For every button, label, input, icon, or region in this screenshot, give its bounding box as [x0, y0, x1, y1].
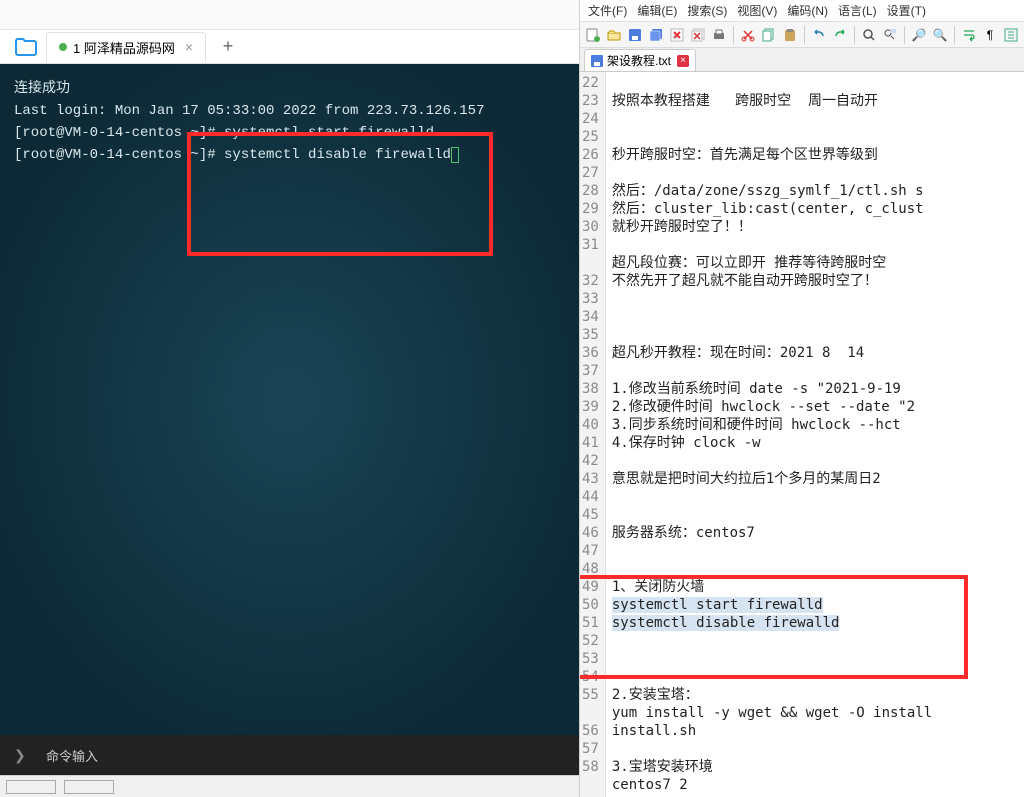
menu-file[interactable]: 文件(F) — [584, 2, 631, 19]
menu-search[interactable]: 搜索(S) — [683, 2, 731, 19]
file-tab-label: 架设教程.txt — [607, 52, 671, 69]
undo-icon[interactable] — [810, 26, 828, 44]
open-file-icon[interactable] — [605, 26, 623, 44]
terminal-topbar — [0, 0, 579, 30]
terminal-body[interactable]: 连接成功 Last login: Mon Jan 17 05:33:00 202… — [0, 64, 579, 735]
terminal-tab-bar: 1 阿泽精品源码网 × + — [0, 30, 579, 64]
add-tab-button[interactable]: + — [216, 35, 240, 59]
tab-close-icon[interactable]: × — [677, 55, 689, 67]
chevron-right-icon: ❯ — [14, 747, 26, 764]
terminal-line: [root@VM-0-14-centos ~]# systemctl disab… — [14, 144, 565, 166]
file-tab[interactable]: 架设教程.txt × — [584, 49, 696, 71]
terminal-statusbar — [0, 775, 579, 797]
close-all-icon[interactable] — [689, 26, 707, 44]
new-file-icon[interactable] — [584, 26, 602, 44]
command-placeholder: 命令输入 — [46, 746, 98, 765]
file-tab-bar: 架设教程.txt × — [580, 48, 1024, 72]
save-all-icon[interactable] — [647, 26, 665, 44]
wrap-icon[interactable] — [960, 26, 978, 44]
paste-icon[interactable] — [781, 26, 799, 44]
status-dot-icon — [59, 43, 67, 51]
status-box — [64, 780, 114, 794]
zoom-in-icon[interactable]: 🔎 — [910, 26, 928, 44]
editor-panel: 文件(F) 编辑(E) 搜索(S) 视图(V) 编码(N) 语言(L) 设置(T… — [580, 0, 1024, 797]
terminal-line: Last login: Mon Jan 17 05:33:00 2022 fro… — [14, 100, 565, 122]
folder-icon[interactable] — [14, 35, 38, 59]
editor-area[interactable]: 22 23 24 25 26 27 28 29 30 31 32 33 34 3… — [580, 72, 1024, 797]
save-icon[interactable] — [626, 26, 644, 44]
terminal-panel: 1 阿泽精品源码网 × + 连接成功 Last login: Mon Jan 1… — [0, 0, 580, 797]
redo-icon[interactable] — [831, 26, 849, 44]
status-box — [6, 780, 56, 794]
line-gutter: 22 23 24 25 26 27 28 29 30 31 32 33 34 3… — [580, 72, 606, 797]
editor-content[interactable]: 按照本教程搭建 跨服时空 周一自动开 秒开跨服时空：首先满足每个区世界等级到 然… — [606, 72, 1024, 797]
cursor-icon — [451, 147, 459, 163]
editor-menubar[interactable]: 文件(F) 编辑(E) 搜索(S) 视图(V) 编码(N) 语言(L) 设置(T… — [580, 0, 1024, 22]
save-icon — [591, 55, 603, 67]
replace-icon[interactable] — [881, 26, 899, 44]
zoom-out-icon[interactable]: 🔍 — [931, 26, 949, 44]
terminal-line: [root@VM-0-14-centos ~]# systemctl start… — [14, 122, 565, 144]
cut-icon[interactable] — [739, 26, 757, 44]
print-icon[interactable] — [710, 26, 728, 44]
command-input-bar[interactable]: ❯ 命令输入 — [0, 735, 579, 775]
indent-guide-icon[interactable] — [1002, 26, 1020, 44]
close-file-icon[interactable] — [668, 26, 686, 44]
menu-encoding[interactable]: 编码(N) — [783, 2, 832, 19]
menu-language[interactable]: 语言(L) — [834, 2, 881, 19]
terminal-tab[interactable]: 1 阿泽精品源码网 × — [46, 32, 206, 62]
terminal-tab-label: 1 阿泽精品源码网 — [73, 38, 175, 57]
terminal-line: 连接成功 — [14, 78, 565, 100]
find-icon[interactable] — [860, 26, 878, 44]
editor-toolbar: 🔎 🔍 ¶ — [580, 22, 1024, 48]
menu-edit[interactable]: 编辑(E) — [633, 2, 681, 19]
close-icon[interactable]: × — [185, 39, 193, 55]
menu-view[interactable]: 视图(V) — [733, 2, 781, 19]
copy-icon[interactable] — [760, 26, 778, 44]
menu-settings[interactable]: 设置(T) — [883, 2, 930, 19]
invisible-chars-icon[interactable]: ¶ — [981, 26, 999, 44]
